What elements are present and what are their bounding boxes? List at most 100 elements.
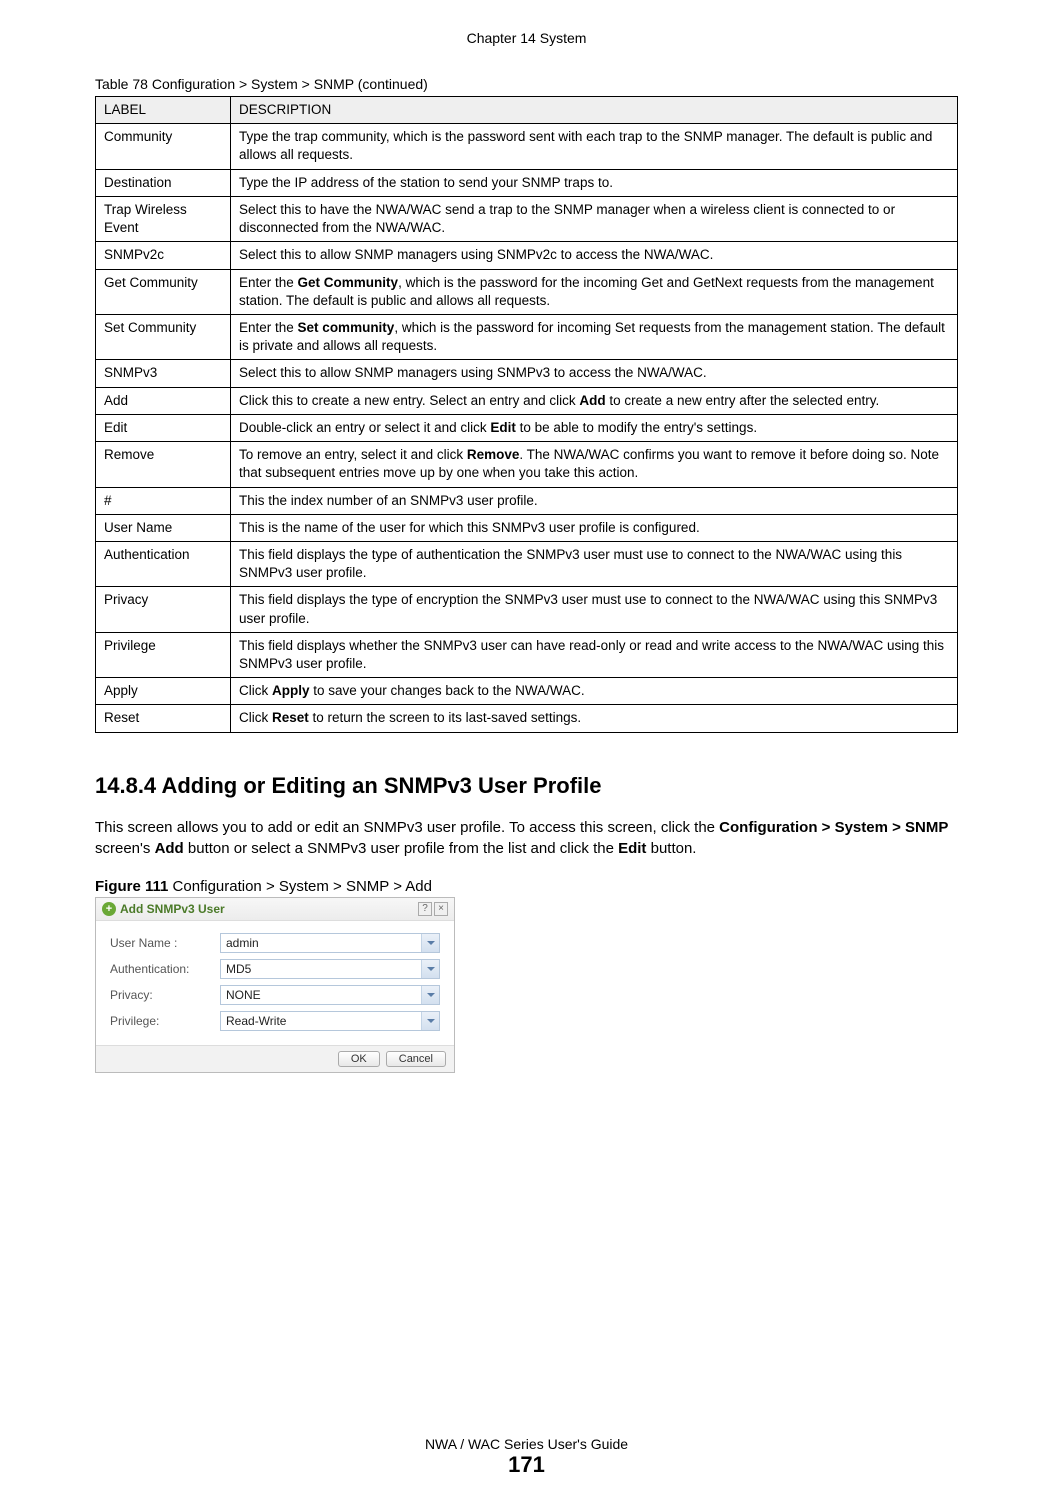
- authentication-label: Authentication:: [110, 962, 220, 976]
- table-cell-description: This the index number of an SNMPv3 user …: [231, 487, 958, 514]
- add-icon: +: [102, 902, 116, 916]
- username-label: User Name :: [110, 936, 220, 950]
- body-text-g: button.: [646, 840, 696, 857]
- table-cell-description: Click Apply to save your changes back to…: [231, 678, 958, 705]
- figure-caption: Figure 111 Configuration > System > SNMP…: [95, 878, 958, 895]
- table-caption-text: Configuration > System > SNMP (continued…: [152, 76, 428, 92]
- body-paragraph: This screen allows you to add or edit an…: [95, 817, 958, 861]
- table-cell-description: Type the trap community, which is the pa…: [231, 124, 958, 169]
- table-cell-description: Select this to allow SNMP managers using…: [231, 242, 958, 269]
- table-cell-label: Set Community: [96, 314, 231, 359]
- table-cell-label: Privilege: [96, 632, 231, 677]
- privacy-value: NONE: [221, 988, 421, 1002]
- table-desc-part: To remove an entry, select it and click: [239, 447, 467, 462]
- table-desc-part: Edit: [490, 420, 516, 435]
- chevron-down-icon[interactable]: [421, 986, 439, 1004]
- table-header-description: DESCRIPTION: [231, 97, 958, 124]
- table-cell-description: Click this to create a new entry. Select…: [231, 387, 958, 414]
- table-cell-label: Edit: [96, 414, 231, 441]
- table-desc-part: Get Community: [298, 275, 399, 290]
- table-cell-label: Destination: [96, 169, 231, 196]
- table-desc-part: Set community: [298, 320, 395, 335]
- chevron-down-icon[interactable]: [421, 934, 439, 952]
- table-row: DestinationType the IP address of the st…: [96, 169, 958, 196]
- table-cell-description: This field displays the type of encrypti…: [231, 587, 958, 632]
- add-snmpv3-user-dialog: + Add SNMPv3 User ? × User Name : admin …: [95, 897, 455, 1073]
- dialog-footer: OK Cancel: [96, 1045, 454, 1072]
- config-table: LABEL DESCRIPTION CommunityType the trap…: [95, 96, 958, 733]
- footer-text: NWA / WAC Series User's Guide: [0, 1436, 1053, 1452]
- table-caption: Table 78 Configuration > System > SNMP (…: [95, 76, 958, 92]
- table-cell-description: Type the IP address of the station to se…: [231, 169, 958, 196]
- authentication-dropdown[interactable]: MD5: [220, 959, 440, 979]
- authentication-value: MD5: [221, 962, 421, 976]
- privilege-value: Read-Write: [221, 1014, 421, 1028]
- privilege-label: Privilege:: [110, 1014, 220, 1028]
- table-cell-description: This field displays the type of authenti…: [231, 541, 958, 586]
- table-row: AuthenticationThis field displays the ty…: [96, 541, 958, 586]
- table-row: EditDouble-click an entry or select it a…: [96, 414, 958, 441]
- table-desc-part: to return the screen to its last-saved s…: [309, 710, 581, 725]
- dialog-title-text: Add SNMPv3 User: [120, 902, 225, 916]
- table-row: SNMPv2cSelect this to allow SNMP manager…: [96, 242, 958, 269]
- table-row: PrivacyThis field displays the type of e…: [96, 587, 958, 632]
- table-row: #This the index number of an SNMPv3 user…: [96, 487, 958, 514]
- body-text-f: Edit: [618, 840, 646, 857]
- table-desc-part: Enter the: [239, 320, 298, 335]
- table-row: RemoveTo remove an entry, select it and …: [96, 442, 958, 487]
- username-dropdown[interactable]: admin: [220, 933, 440, 953]
- cancel-button[interactable]: Cancel: [386, 1051, 446, 1067]
- privilege-dropdown[interactable]: Read-Write: [220, 1011, 440, 1031]
- table-desc-part: Add: [579, 393, 605, 408]
- table-cell-description: Select this to have the NWA/WAC send a t…: [231, 196, 958, 241]
- table-cell-label: Community: [96, 124, 231, 169]
- table-cell-description: This field displays whether the SNMPv3 u…: [231, 632, 958, 677]
- page-number: 171: [0, 1452, 1053, 1478]
- table-row: Trap Wireless EventSelect this to have t…: [96, 196, 958, 241]
- figure-caption-text: Configuration > System > SNMP > Add: [173, 878, 432, 895]
- ok-button[interactable]: OK: [338, 1051, 380, 1067]
- table-cell-label: Add: [96, 387, 231, 414]
- table-desc-part: Double-click an entry or select it and c…: [239, 420, 490, 435]
- table-cell-description: Select this to allow SNMP managers using…: [231, 360, 958, 387]
- chevron-down-icon[interactable]: [421, 960, 439, 978]
- table-cell-label: SNMPv2c: [96, 242, 231, 269]
- table-row: SNMPv3Select this to allow SNMP managers…: [96, 360, 958, 387]
- table-cell-description: To remove an entry, select it and click …: [231, 442, 958, 487]
- body-text-d: Add: [155, 840, 184, 857]
- privacy-dropdown[interactable]: NONE: [220, 985, 440, 1005]
- table-header-label: LABEL: [96, 97, 231, 124]
- form-row-privacy: Privacy: NONE: [110, 985, 440, 1005]
- body-text-b: Configuration > System > SNMP: [719, 819, 948, 836]
- table-desc-part: Click: [239, 683, 272, 698]
- figure-caption-prefix: Figure 111: [95, 878, 173, 895]
- table-caption-prefix: Table 78: [95, 76, 152, 92]
- table-cell-label: Apply: [96, 678, 231, 705]
- table-cell-label: Get Community: [96, 269, 231, 314]
- chapter-header: Chapter 14 System: [95, 30, 958, 46]
- table-desc-part: Apply: [272, 683, 310, 698]
- chevron-down-icon[interactable]: [421, 1012, 439, 1030]
- table-row: Set CommunityEnter the Set community, wh…: [96, 314, 958, 359]
- form-row-authentication: Authentication: MD5: [110, 959, 440, 979]
- dialog-body: User Name : admin Authentication: MD5 Pr…: [96, 921, 454, 1045]
- table-cell-description: This is the name of the user for which t…: [231, 514, 958, 541]
- table-cell-label: Remove: [96, 442, 231, 487]
- table-row: CommunityType the trap community, which …: [96, 124, 958, 169]
- table-desc-part: Reset: [272, 710, 309, 725]
- table-desc-part: to create a new entry after the selected…: [606, 393, 880, 408]
- help-icon[interactable]: ?: [418, 902, 432, 916]
- close-icon[interactable]: ×: [434, 902, 448, 916]
- page-footer: NWA / WAC Series User's Guide 171: [0, 1436, 1053, 1478]
- table-desc-part: Click this to create a new entry. Select…: [239, 393, 579, 408]
- body-text-c: screen's: [95, 840, 155, 857]
- body-text-a: This screen allows you to add or edit an…: [95, 819, 719, 836]
- table-cell-label: User Name: [96, 514, 231, 541]
- table-desc-part: to save your changes back to the NWA/WAC…: [310, 683, 585, 698]
- table-cell-label: #: [96, 487, 231, 514]
- table-cell-description: Double-click an entry or select it and c…: [231, 414, 958, 441]
- section-heading: 14.8.4 Adding or Editing an SNMPv3 User …: [95, 773, 958, 799]
- table-desc-part: Remove: [467, 447, 520, 462]
- table-desc-part: Enter the: [239, 275, 298, 290]
- table-row: User NameThis is the name of the user fo…: [96, 514, 958, 541]
